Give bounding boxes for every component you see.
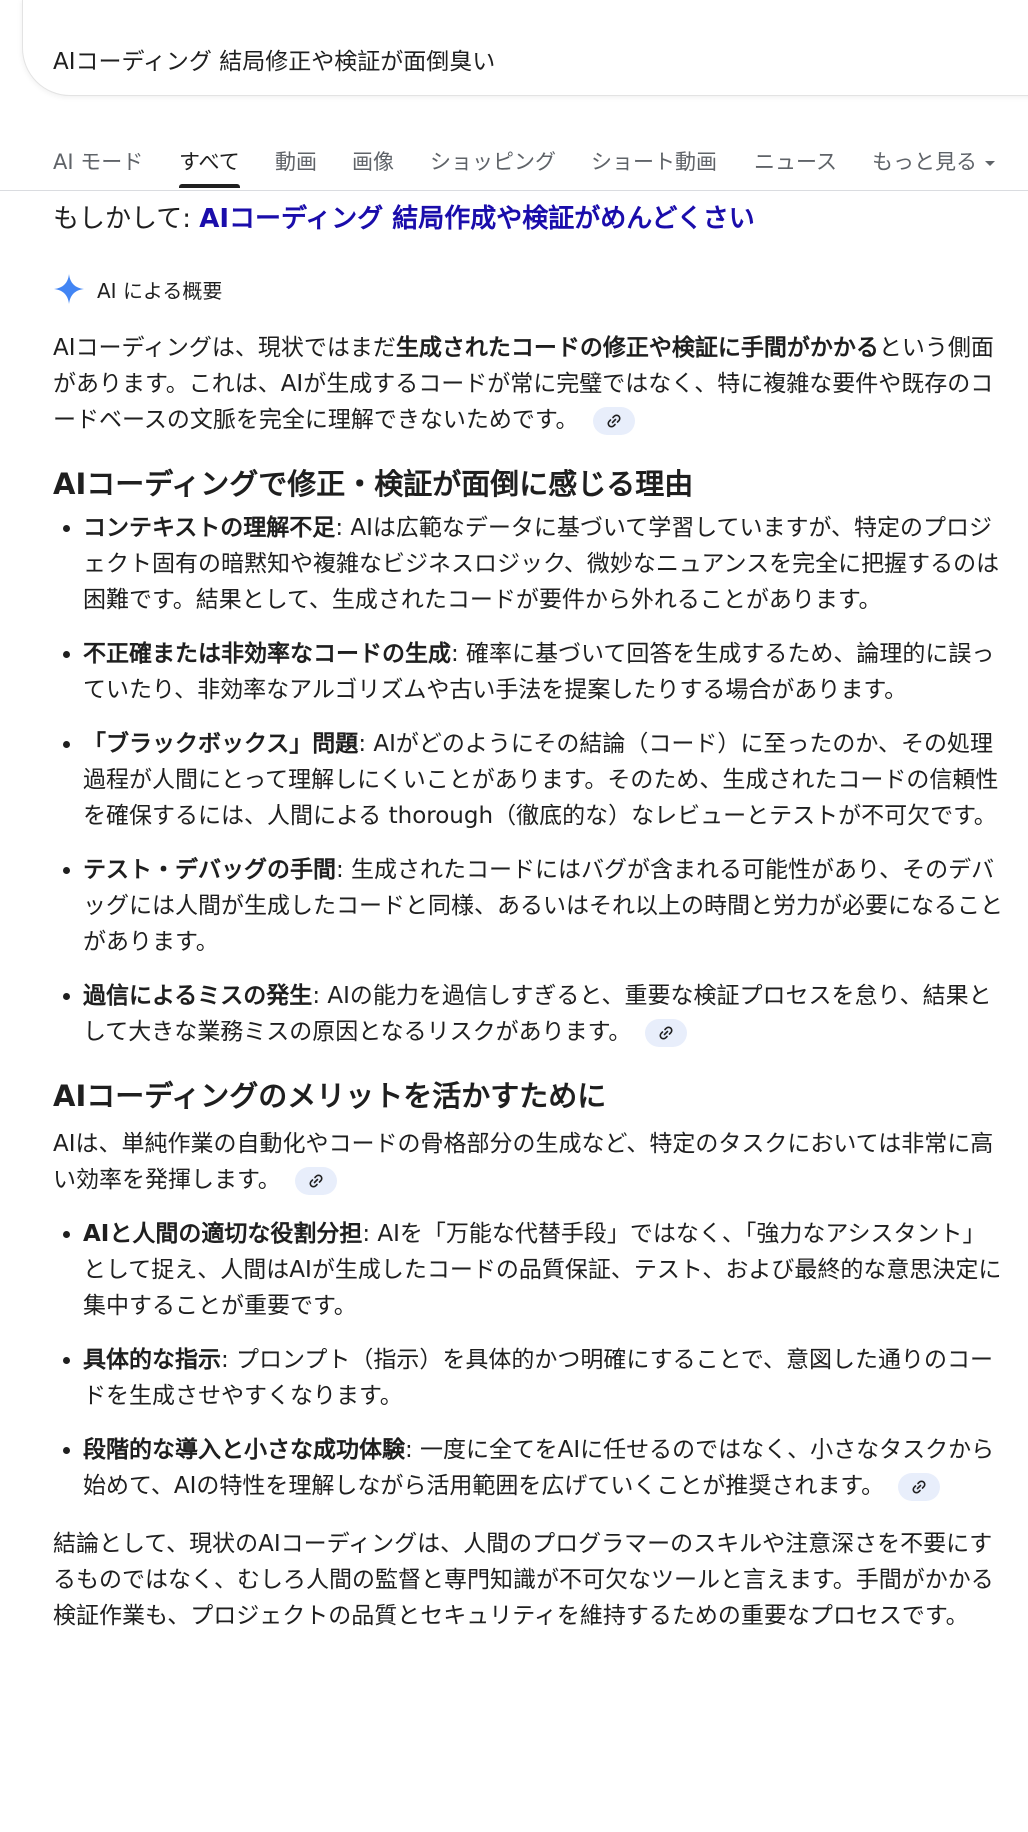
search-input[interactable]: AIコーディング 結局修正や検証が面倒臭い (53, 42, 495, 76)
list-item: コンテキストの理解不足: AIは広範なデータに基づいて学習していますが、特定のプ… (83, 510, 1003, 618)
tab-more[interactable]: もっと見る (872, 146, 995, 176)
source-link-button[interactable] (592, 406, 635, 435)
link-icon (659, 1025, 673, 1040)
list-item: AIと人間の適切な役割分担: AIを「万能な代替手段」ではなく、「強力なアシスタ… (83, 1216, 1003, 1324)
section-intro: AIは、単純作業の自動化やコードの骨格部分の生成など、特定のタスクにおいては非常… (53, 1126, 1003, 1198)
item-title: AIと人間の適切な役割分担 (83, 1221, 363, 1247)
did-you-mean-prefix: もしかして: (53, 204, 200, 234)
link-icon (912, 1479, 926, 1494)
section-heading: AIコーディングで修正・検証が面倒に感じる理由 (53, 467, 694, 501)
list-item: 段階的な導入と小さな成功体験: 一度に全てをAIに任せるのではなく、小さなタスク… (83, 1432, 1003, 1504)
list-item: 具体的な指示: プロンプト（指示）を具体的かつ明確にすることで、意図した通りのコ… (83, 1342, 1003, 1414)
tab-ai-mode[interactable]: AI モード (53, 146, 143, 176)
list-item: 不正確または非効率なコードの生成: 確率に基づいて回答を生成するため、論理的に誤… (83, 636, 1003, 708)
tab-videos[interactable]: 動画 (275, 146, 317, 176)
did-you-mean-link[interactable]: AIコーディング 結局作成や検証がめんどくさい (199, 204, 754, 234)
ai-overview-label: AI による概要 (97, 278, 223, 303)
did-you-mean: もしかして: AIコーディング 結局作成や検証がめんどくさい (53, 198, 755, 235)
item-title: 具体的な指示 (83, 1347, 221, 1373)
caret-down-icon (985, 160, 995, 166)
item-title: 不正確または非効率なコードの生成 (83, 641, 451, 667)
list-item: 「ブラックボックス」問題: AIがどのようにその結論（コード）に至ったのか、その… (83, 726, 1003, 834)
ai-overview-header: AI による概要 (53, 272, 222, 306)
intro-paragraph: AIコーディングは、現状ではまだ生成されたコードの修正や検証に手間がかかるという… (53, 330, 1003, 438)
tips-list: AIと人間の適切な役割分担: AIを「万能な代替手段」ではなく、「強力なアシスタ… (53, 1216, 1003, 1504)
tab-news[interactable]: ニュース (754, 146, 837, 176)
item-title: 段階的な導入と小さな成功体験 (83, 1437, 405, 1463)
list-item: 過信によるミスの発生: AIの能力を過信しすぎると、重要な検証プロセスを怠り、結… (83, 978, 1003, 1050)
item-title: 過信によるミスの発生 (83, 983, 313, 1009)
reasons-list: コンテキストの理解不足: AIは広範なデータに基づいて学習していますが、特定のプ… (53, 510, 1003, 1050)
tab-short-videos[interactable]: ショート動画 (591, 146, 717, 176)
item-title: テスト・デバッグの手間 (83, 857, 336, 883)
conclusion-paragraph: 結論として、現状のAIコーディングは、人間のプログラマーのスキルや注意深さを不要… (53, 1531, 994, 1629)
intro-bold: 生成されたコードの修正や検証に手間がかかる (395, 335, 879, 361)
intro-text: AIコーディングは、現状ではまだ (53, 335, 396, 361)
source-link-button[interactable] (294, 1166, 337, 1195)
section-heading: AIコーディングのメリットを活かすために (53, 1079, 607, 1113)
tab-shopping[interactable]: ショッピング (430, 146, 556, 176)
link-icon (309, 1173, 323, 1188)
section-intro-text: AIは、単純作業の自動化やコードの骨格部分の生成など、特定のタスクにおいては非常… (53, 1131, 994, 1193)
tab-more-label: もっと見る (872, 150, 977, 174)
source-link-button[interactable] (645, 1018, 688, 1047)
link-icon (607, 413, 621, 428)
tab-all[interactable]: すべて (179, 146, 240, 188)
item-title: 「ブラックボックス」問題 (83, 731, 359, 757)
ai-overview-body: AIコーディングは、現状ではまだ生成されたコードの修正や検証に手間がかかるという… (53, 330, 1003, 1634)
search-tabs: AI モード すべて 動画 画像 ショッピング ショート動画 ニュース もっと見… (0, 140, 1028, 191)
tab-images[interactable]: 画像 (352, 146, 394, 176)
search-box[interactable]: AIコーディング 結局修正や検証が面倒臭い (22, 0, 1028, 96)
sparkle-icon (54, 274, 84, 304)
item-title: コンテキストの理解不足 (83, 515, 336, 541)
list-item: テスト・デバッグの手間: 生成されたコードにはバグが含まれる可能性があり、そのデ… (83, 852, 1003, 960)
source-link-button[interactable] (898, 1472, 941, 1501)
